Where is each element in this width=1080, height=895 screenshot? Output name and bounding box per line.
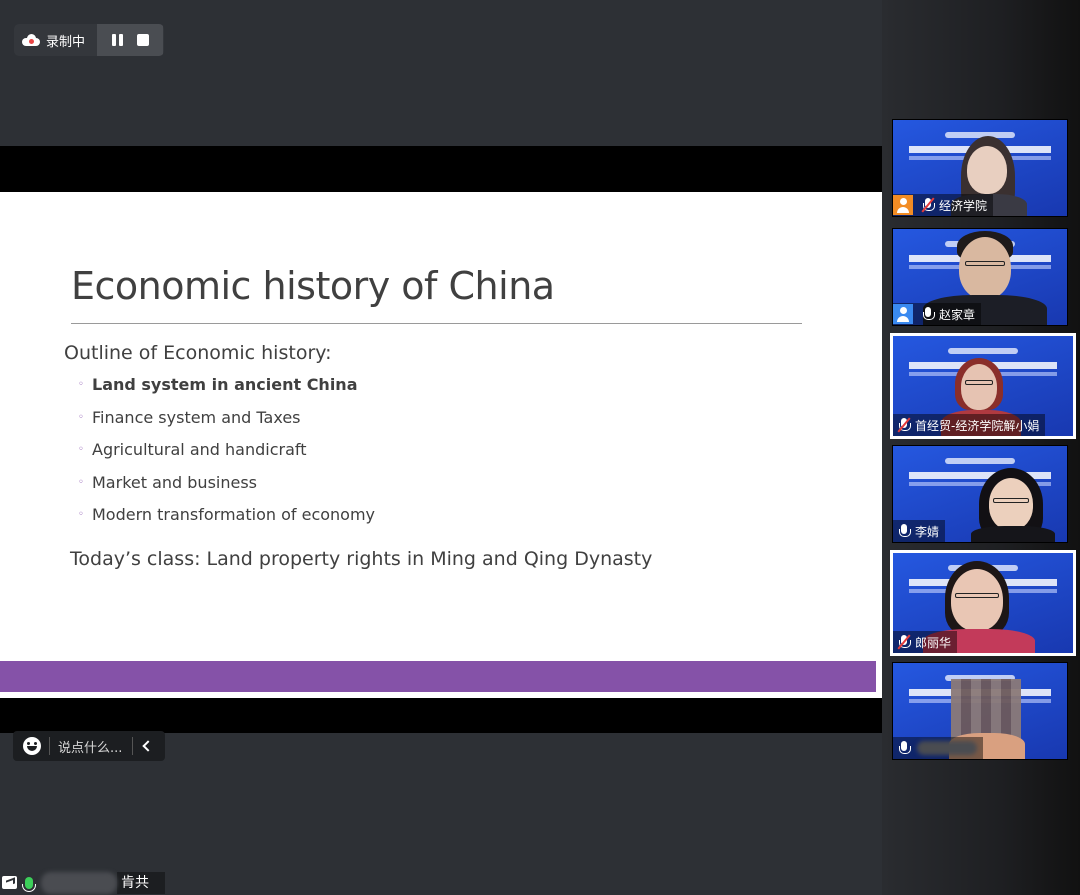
participant-tile[interactable] — [892, 662, 1068, 760]
outline-item: ◦ Agricultural and handicraft — [78, 440, 307, 459]
mic-icon — [897, 740, 911, 756]
participant-nametag: 经济学院 — [893, 194, 994, 216]
screen-share-icon — [2, 876, 18, 889]
participant-tile-speaking[interactable]: 郎丽华 — [890, 550, 1076, 656]
divider — [132, 737, 133, 755]
participant-tile[interactable]: 李婧 — [892, 445, 1068, 543]
chat-bar: 说点什么... — [13, 731, 165, 761]
bullet-icon: ◦ — [78, 411, 84, 423]
mic-icon — [22, 876, 36, 892]
recording-status: 录制中 — [14, 24, 93, 56]
slide-title: Economic history of China — [71, 264, 555, 308]
pixelated-face — [951, 679, 1021, 741]
recording-label: 录制中 — [46, 34, 86, 50]
blurred-name — [40, 871, 118, 894]
bullet-icon: ◦ — [78, 509, 84, 520]
bullet-icon: ◦ — [78, 476, 84, 488]
slide-outline-heading: Outline of Economic history: — [64, 342, 332, 364]
blurred-name — [917, 741, 977, 755]
mic-muted-icon — [897, 417, 911, 433]
cloud-record-icon — [22, 34, 40, 46]
participant-nametag: 李婧 — [893, 520, 946, 542]
stop-recording-button[interactable] — [131, 28, 155, 52]
participant-name: 赵家章 — [939, 307, 976, 322]
participant-nametag: 首经贸-经济学院解小娟 — [893, 414, 1046, 436]
outline-item: ◦ Modern transformation of economy — [78, 505, 376, 524]
participant-nametag — [893, 737, 983, 759]
sharing-status: 肯共享 — [0, 870, 165, 895]
recording-controls — [97, 24, 164, 56]
outline-item: ◦ Finance system and Taxes — [78, 407, 301, 427]
presentation-slide: Economic history of China Outline of Eco… — [0, 192, 882, 698]
host-icon — [893, 195, 913, 215]
participant-nametag: 郎丽华 — [893, 631, 958, 653]
mic-muted-icon — [897, 634, 911, 650]
outline-item: ◦ Land system in ancient China — [78, 375, 358, 394]
participant-name: 郎丽华 — [915, 635, 952, 650]
mic-icon — [897, 523, 911, 539]
chat-input[interactable]: 说点什么... — [58, 737, 126, 756]
bullet-icon: ◦ — [78, 379, 84, 390]
participant-name: 经济学院 — [939, 198, 988, 213]
cohost-icon — [893, 304, 913, 324]
sharing-status-text: 肯共享 — [117, 871, 165, 894]
participant-nametag: 赵家章 — [893, 303, 982, 325]
participant-tile-speaking[interactable]: 首经贸-经济学院解小娟 — [890, 333, 1076, 439]
participant-tile[interactable]: 经济学院 — [892, 119, 1068, 217]
participant-tile[interactable]: 赵家章 — [892, 228, 1068, 326]
outline-list: ◦ Land system in ancient China ◦ Finance s… — [78, 375, 375, 538]
bullet-icon: ◦ — [78, 444, 84, 455]
title-divider — [71, 323, 802, 324]
participant-name: 首经贸-经济学院解小娟 — [915, 418, 1040, 433]
emoji-icon[interactable] — [23, 737, 41, 755]
divider — [49, 737, 50, 755]
slide-footer-band — [0, 661, 876, 692]
mic-icon — [921, 306, 935, 322]
recording-indicator: 录制中 — [14, 24, 164, 56]
mic-muted-icon — [921, 197, 935, 213]
chevron-left-icon[interactable] — [139, 739, 153, 753]
outline-item: ◦ Market and business — [78, 472, 258, 492]
todays-class-text: Today’s class: Land property rights in M… — [70, 548, 653, 570]
pause-recording-button[interactable] — [105, 28, 129, 52]
participant-name: 李婧 — [915, 524, 940, 539]
